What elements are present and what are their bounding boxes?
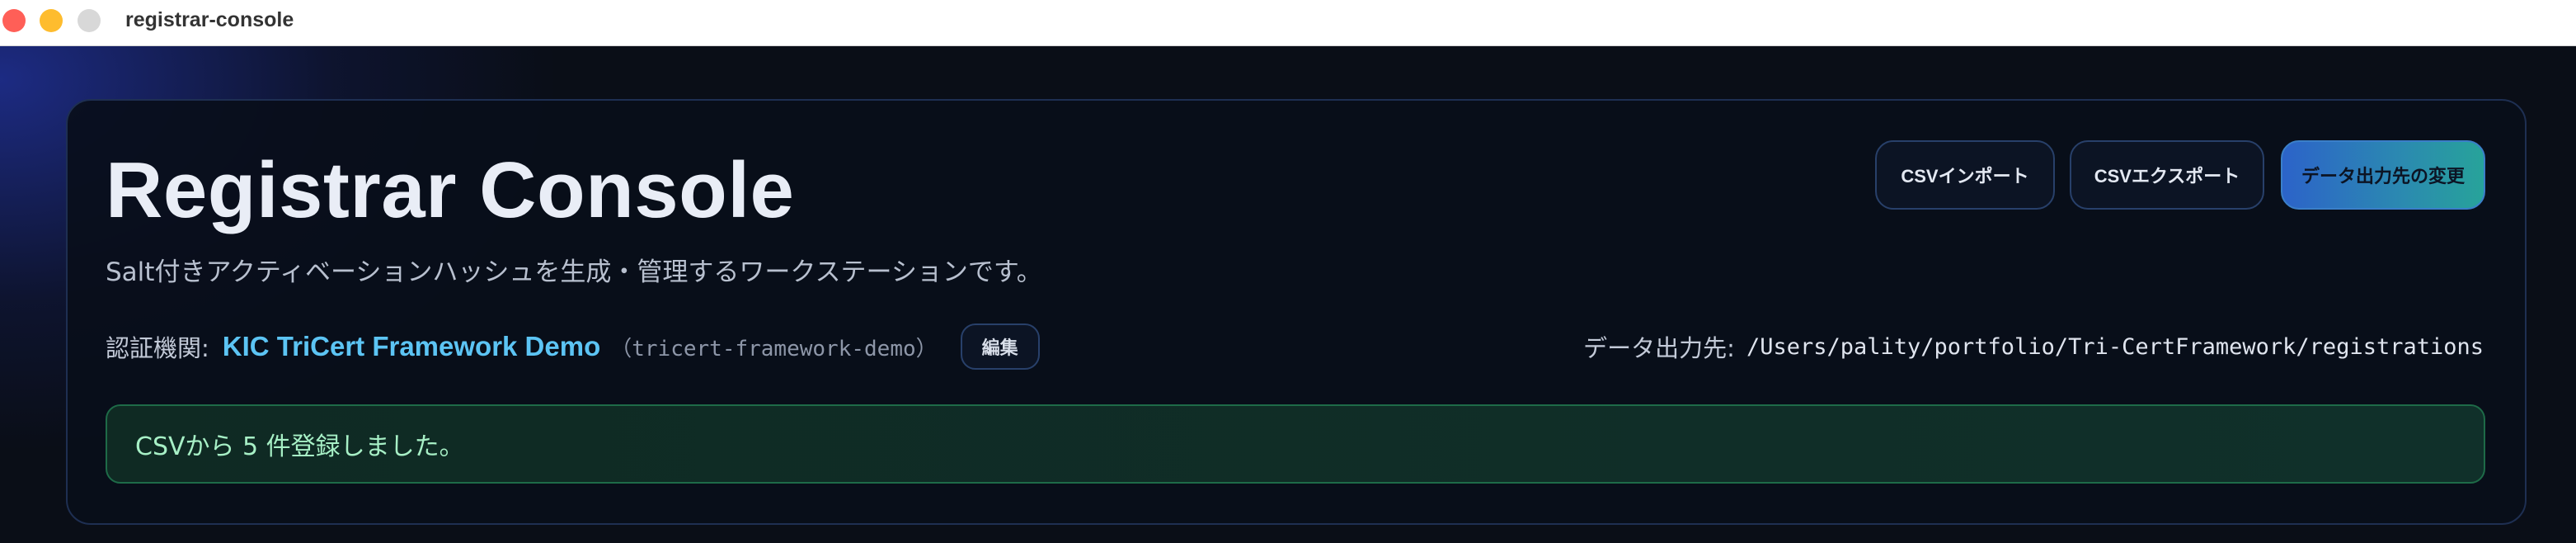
output-destination-row: データ出力先: /Users/pality/portfolio/Tri-Cert… — [1583, 328, 2484, 365]
success-alert: CSVから 5 件登録しました。 — [106, 404, 2485, 484]
page-title: Registrar Console — [106, 146, 795, 234]
csv-export-button[interactable]: CSVエクスポート — [2070, 140, 2264, 210]
certificate-authority-row: 認証機関: KIC TriCert Framework Demo （tricer… — [106, 323, 1040, 370]
authority-id: （tricert-framework-demo） — [610, 336, 938, 361]
window-title: registrar-console — [125, 8, 294, 31]
close-window-button[interactable] — [2, 9, 26, 32]
output-destination-path: /Users/pality/portfolio/Tri-CertFramewor… — [1746, 333, 2484, 360]
page-subtitle: Salt付きアクティベーションハッシュを生成・管理するワークステーションです。 — [106, 257, 1042, 287]
maximize-window-button[interactable] — [78, 9, 101, 32]
authority-label: 認証機関: — [106, 334, 209, 362]
authority-name: KIC TriCert Framework Demo — [222, 331, 601, 361]
success-alert-message: CSVから 5 件登録しました。 — [135, 432, 464, 461]
output-destination-label: データ出力先: — [1583, 334, 1735, 362]
minimize-window-button[interactable] — [40, 9, 63, 32]
window-titlebar: registrar-console — [0, 0, 2576, 46]
csv-import-button[interactable]: CSVインポート — [1875, 140, 2055, 210]
edit-authority-button[interactable]: 編集 — [960, 323, 1040, 370]
change-output-destination-button[interactable]: データ出力先の変更 — [2281, 140, 2485, 210]
